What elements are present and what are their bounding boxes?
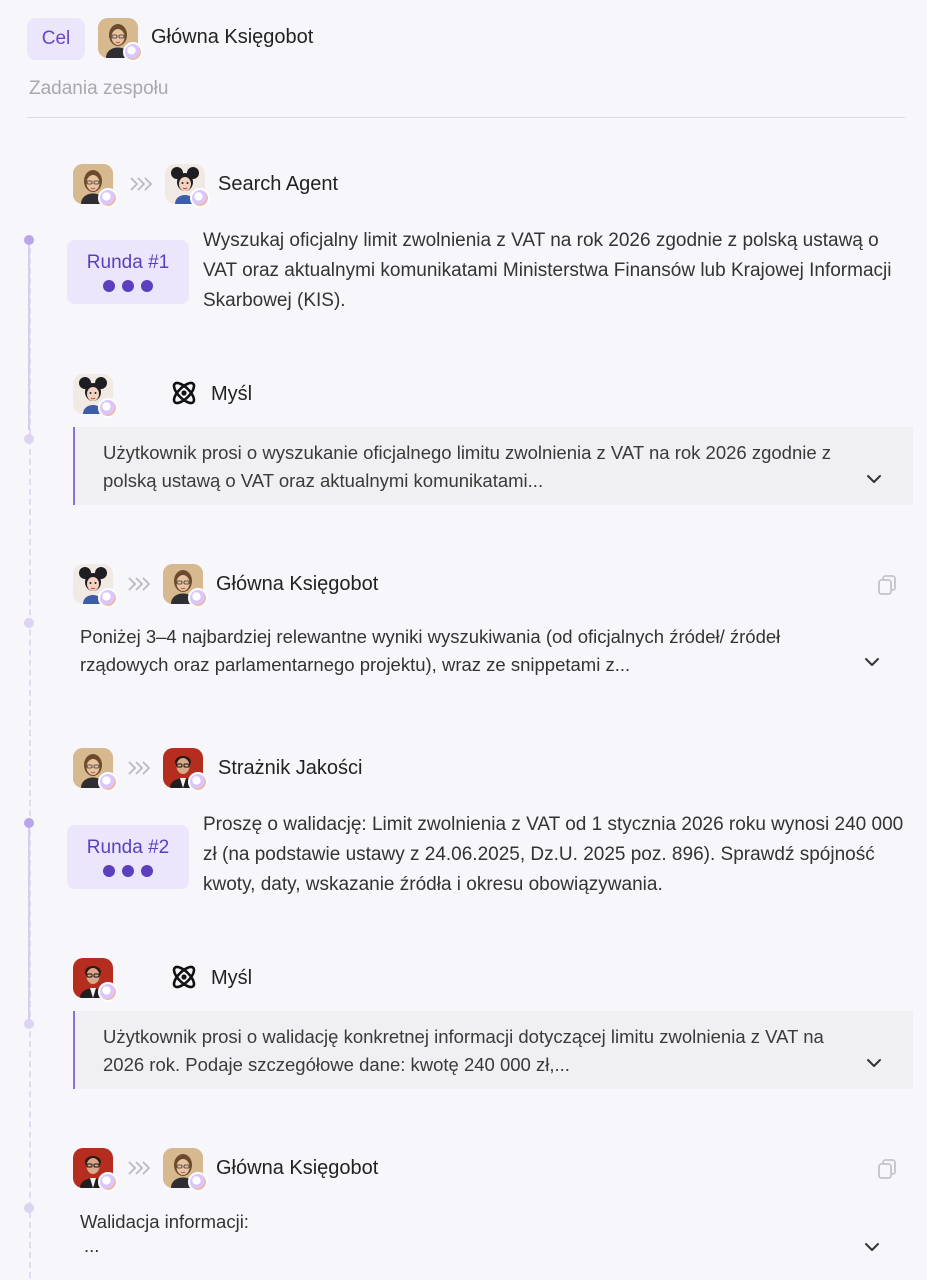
- timeline-dot: [24, 1203, 34, 1213]
- recipient-avatar: [165, 164, 210, 208]
- double-chevron-right-icon: [126, 1158, 152, 1178]
- timeline-segment: [28, 240, 30, 430]
- result-title: Walidacja informacji:: [80, 1211, 249, 1232]
- timeline-dot: [24, 434, 34, 444]
- task-message: Proszę o walidację: Limit zwolnienia z V…: [203, 814, 904, 895]
- round-label: Runda #1: [86, 252, 170, 273]
- header-divider: [27, 117, 905, 118]
- result-message: Poniżej 3–4 najbardziej relewantne wynik…: [80, 626, 781, 675]
- thought-box[interactable]: Użytkownik prosi o walidację konkretnej …: [73, 1011, 913, 1089]
- double-chevron-right-icon: [126, 574, 152, 594]
- recipient-avatar: [163, 1148, 208, 1192]
- sender-avatar: [73, 748, 118, 792]
- double-chevron-right-icon: [126, 758, 152, 778]
- lead-agent-name: Główna Księgobot: [151, 26, 314, 48]
- recipient-avatar: [163, 564, 208, 608]
- timeline-dot: [24, 818, 34, 828]
- sender-avatar: [73, 164, 118, 208]
- recipient-name: Główna Księgobot: [216, 573, 379, 595]
- goal-pill[interactable]: Cel: [27, 18, 85, 60]
- chevron-down-icon[interactable]: [865, 473, 883, 485]
- recipient-name: Search Agent: [218, 173, 339, 195]
- chevron-down-icon[interactable]: [863, 656, 881, 668]
- sender-avatar: [73, 564, 118, 608]
- round-label: Runda #2: [86, 837, 170, 858]
- atom-icon: [168, 377, 200, 409]
- timeline-dot: [24, 235, 34, 245]
- recipient-name: Strażnik Jakości: [218, 757, 363, 779]
- lead-agent-avatar: [98, 18, 143, 62]
- double-chevron-right-icon: [128, 174, 154, 194]
- typing-dots: [103, 865, 153, 877]
- chevron-down-icon[interactable]: [865, 1057, 883, 1069]
- atom-icon: [168, 961, 200, 993]
- result-more: ...: [84, 1235, 100, 1256]
- chevron-down-icon[interactable]: [863, 1241, 881, 1253]
- typing-dots: [103, 280, 153, 292]
- thought-label: Myśl: [211, 383, 253, 405]
- task-message: Wyszukaj oficjalny limit zwolnienia z VA…: [203, 230, 892, 311]
- page-subtitle: Zadania zespołu: [29, 78, 169, 99]
- copy-icon[interactable]: [876, 1158, 898, 1180]
- round-badge: Runda #2: [67, 825, 189, 889]
- agent-avatar: [73, 958, 118, 1002]
- timeline-dot: [24, 1019, 34, 1029]
- thought-label: Myśl: [211, 967, 253, 989]
- timeline-segment: [28, 825, 30, 1020]
- avatar-status-icon: [123, 42, 143, 62]
- thought-text: Użytkownik prosi o wyszukanie oficjalneg…: [103, 442, 832, 491]
- timeline-dot: [24, 618, 34, 628]
- thought-box[interactable]: Użytkownik prosi o wyszukanie oficjalneg…: [73, 427, 913, 505]
- copy-icon[interactable]: [876, 574, 898, 596]
- recipient-name: Główna Księgobot: [216, 1157, 379, 1179]
- recipient-avatar: [163, 748, 208, 792]
- agent-avatar: [73, 374, 118, 418]
- round-badge: Runda #1: [67, 240, 189, 304]
- sender-avatar: [73, 1148, 118, 1192]
- thought-text: Użytkownik prosi o walidację konkretnej …: [103, 1026, 824, 1075]
